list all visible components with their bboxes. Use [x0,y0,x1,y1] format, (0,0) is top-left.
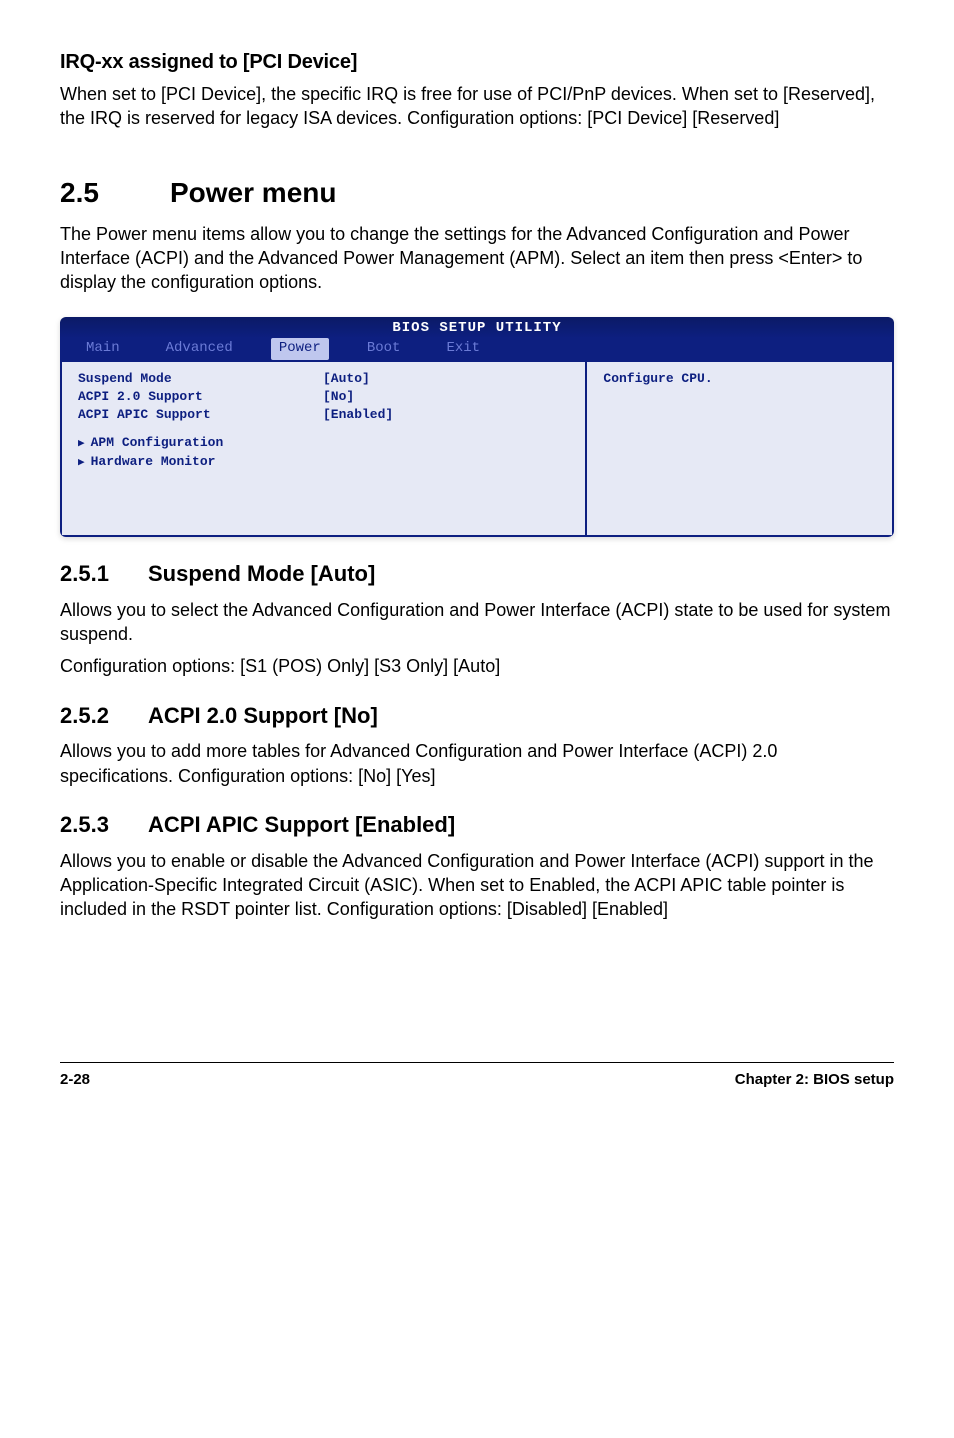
irq-heading: IRQ-xx assigned to [PCI Device] [60,48,894,76]
bios-item-acpiapic[interactable]: ACPI APIC Support [Enabled] [78,406,569,424]
bios-help-pane: Configure CPU. [585,362,894,537]
bios-subitem-apm[interactable]: ▶ APM Configuration [78,434,569,452]
subsection-name: ACPI APIC Support [Enabled] [148,812,455,837]
section-number: 2.5 [60,173,170,212]
section-2-5-title: 2.5Power menu [60,173,894,212]
bios-item-value: [Enabled] [323,406,393,424]
section-2-5-2-body: Allows you to add more tables for Advanc… [60,739,894,788]
bios-item-acpi20[interactable]: ACPI 2.0 Support [No] [78,388,569,406]
bios-help-text: Configure CPU. [603,370,876,388]
bios-item-suspend[interactable]: Suspend Mode [Auto] [78,370,569,388]
bios-tab-power[interactable]: Power [271,338,329,360]
irq-body: When set to [PCI Device], the specific I… [60,82,894,131]
bios-tab-advanced[interactable]: Advanced [158,338,241,360]
bios-subitems: ▶ APM Configuration ▶ Hardware Monitor [78,434,569,471]
section-2-5-1-p1: Allows you to select the Advanced Config… [60,598,894,647]
bios-tab-exit[interactable]: Exit [438,338,488,360]
bios-item-value: [Auto] [323,370,370,388]
subsection-number: 2.5.3 [60,810,148,841]
page-number: 2-28 [60,1069,90,1090]
section-2-5-body: The Power menu items allow you to change… [60,222,894,295]
bios-subitem-label: Hardware Monitor [91,454,216,469]
bios-title: BIOS SETUP UTILITY [60,317,894,339]
bios-item-label: Suspend Mode [78,370,323,388]
bios-tab-boot[interactable]: Boot [359,338,409,360]
section-name: Power menu [170,177,336,208]
section-2-5-1-title: 2.5.1Suspend Mode [Auto] [60,559,894,590]
bios-panel: BIOS SETUP UTILITY Main Advanced Power B… [60,317,894,537]
chapter-label: Chapter 2: BIOS setup [735,1069,894,1090]
bios-body: Suspend Mode [Auto] ACPI 2.0 Support [No… [60,362,894,537]
triangle-icon: ▶ [78,438,85,450]
bios-subitem-label: APM Configuration [91,435,224,450]
triangle-icon: ▶ [78,457,85,469]
subsection-name: ACPI 2.0 Support [No] [148,703,378,728]
section-2-5-1-p2: Configuration options: [S1 (POS) Only] [… [60,654,894,678]
bios-tab-main[interactable]: Main [78,338,128,360]
section-2-5-3-title: 2.5.3ACPI APIC Support [Enabled] [60,810,894,841]
bios-subitem-hwmon[interactable]: ▶ Hardware Monitor [78,453,569,471]
subsection-number: 2.5.1 [60,559,148,590]
bios-item-value: [No] [323,388,354,406]
bios-tab-bar: Main Advanced Power Boot Exit [60,338,894,362]
section-2-5-2-title: 2.5.2ACPI 2.0 Support [No] [60,701,894,732]
subsection-number: 2.5.2 [60,701,148,732]
bios-item-label: ACPI APIC Support [78,406,323,424]
bios-item-label: ACPI 2.0 Support [78,388,323,406]
bios-left-pane: Suspend Mode [Auto] ACPI 2.0 Support [No… [60,362,585,537]
page-footer: 2-28 Chapter 2: BIOS setup [60,1062,894,1090]
section-2-5-3-body: Allows you to enable or disable the Adva… [60,849,894,922]
subsection-name: Suspend Mode [Auto] [148,561,375,586]
